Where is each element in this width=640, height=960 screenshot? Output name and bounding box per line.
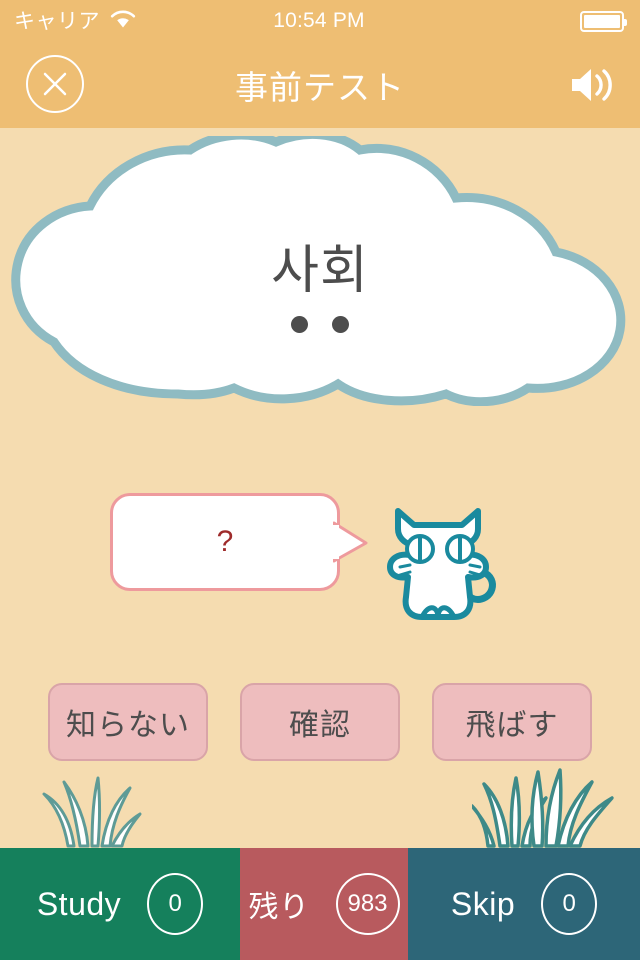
study-count: 0: [147, 873, 204, 935]
status-bar-center: 10:54 PM: [234, 9, 404, 33]
hint-dots: [8, 316, 632, 333]
target-word: 사회: [271, 242, 369, 300]
remaining-count: 983: [335, 873, 400, 935]
skip-label: Skip: [450, 885, 516, 922]
skip-word-label: 飛ばす: [465, 709, 559, 742]
cat-mascot-icon: [376, 493, 508, 623]
skip-stat[interactable]: Skip 0: [408, 848, 640, 960]
sound-button[interactable]: [568, 64, 618, 106]
remaining-label: 残り: [248, 891, 310, 924]
main-content: 사회 ? 知らない 確認 飛ばす: [0, 128, 640, 848]
page-title: 事前テスト: [235, 69, 405, 106]
hint-dot: [332, 316, 349, 333]
battery-fill: [584, 14, 620, 28]
study-label: Study: [36, 885, 122, 922]
skip-count: 0: [541, 873, 598, 935]
grass-cluster-icon: [470, 760, 624, 848]
remaining-stat[interactable]: 残り 983: [240, 848, 408, 960]
app-screen: キャリア 10:54 PM 事前テスト 사회 ? 知らない 確認 飛ばす Stu…: [0, 0, 640, 960]
answer-button-row: 知らない 確認 飛ばす: [0, 683, 640, 761]
dont-know-button[interactable]: 知らない: [48, 683, 208, 761]
speaker-volume-icon: [572, 69, 612, 101]
skip-word-button[interactable]: 飛ばす: [432, 683, 592, 761]
study-stat[interactable]: Study 0: [0, 848, 240, 960]
grass-tuft-icon: [38, 776, 142, 848]
confirm-label: 確認: [289, 709, 351, 742]
word-cloud-card: 사회: [8, 129, 632, 407]
battery-icon: [580, 10, 627, 32]
dont-know-label: 知らない: [66, 709, 190, 742]
carrier-label: キャリア: [14, 9, 100, 33]
question-bubble: ?: [110, 493, 340, 591]
status-bar-right: [404, 10, 640, 32]
status-bar-left: キャリア: [0, 9, 234, 34]
close-button[interactable]: [26, 55, 84, 113]
hint-dot: [291, 316, 308, 333]
navigation-bar: 事前テスト: [0, 42, 640, 128]
wifi-icon: [110, 9, 136, 34]
prompt-row: ?: [0, 483, 640, 643]
clock-label: 10:54 PM: [273, 9, 365, 32]
bottom-stats-bar: Study 0 残り 983 Skip 0: [0, 848, 640, 960]
question-mark-text: ?: [216, 525, 234, 558]
close-x-icon: [43, 72, 67, 96]
confirm-button[interactable]: 確認: [240, 683, 400, 761]
status-bar: キャリア 10:54 PM: [0, 0, 640, 42]
bubble-tail-icon: [332, 521, 369, 565]
